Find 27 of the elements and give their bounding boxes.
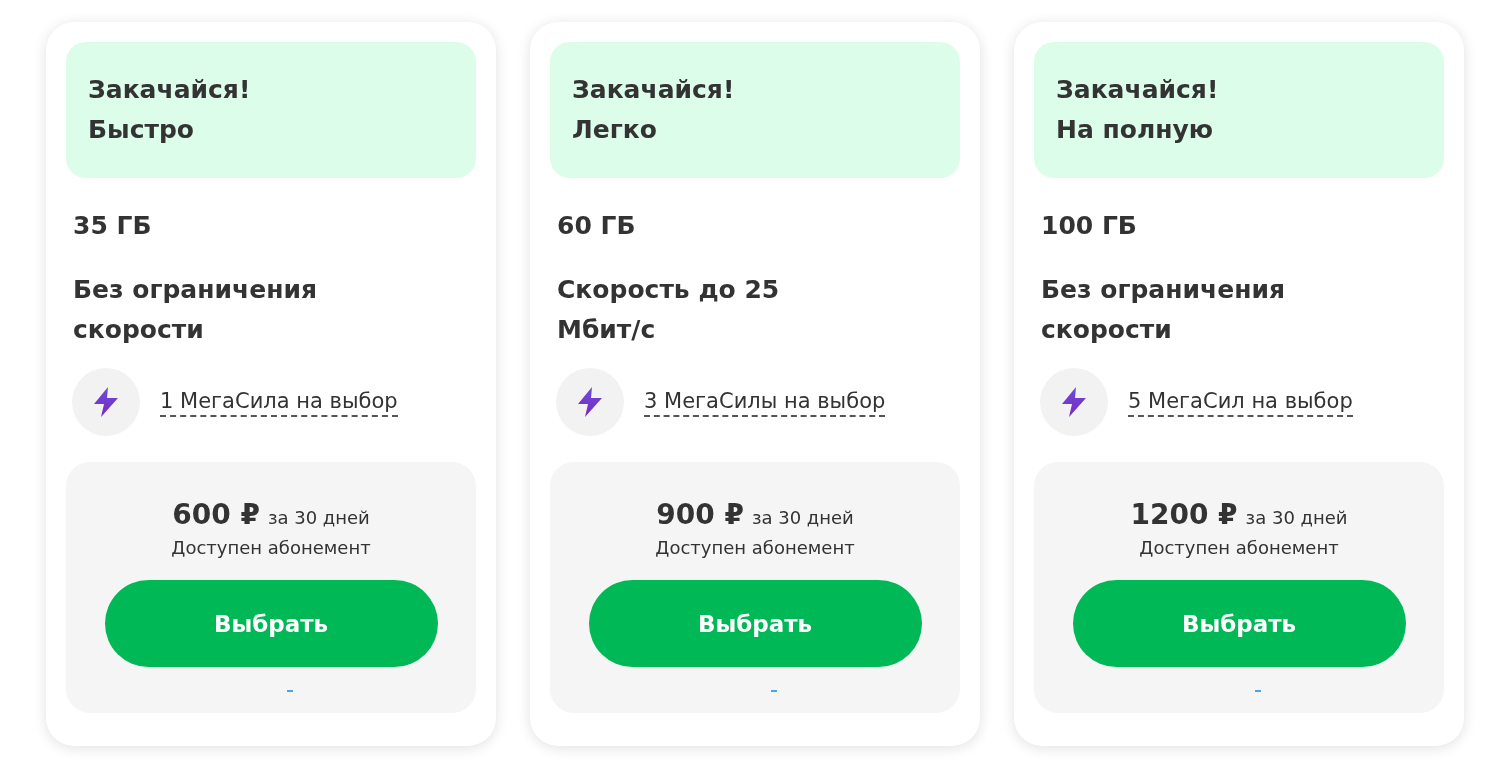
period-text: за 30 дней — [751, 507, 854, 528]
plan-subtitle: Легко — [572, 114, 658, 146]
data-volume: 100 ГБ — [1041, 210, 1138, 242]
period-text: за 30 дней — [1245, 507, 1348, 528]
price-text: 1200 ₽ — [1130, 498, 1238, 531]
plan-subtitle: На полную — [1056, 114, 1215, 146]
price-text: 900 ₽ — [656, 498, 744, 531]
plan-title: Закачайся! — [88, 74, 252, 106]
bonus-link[interactable]: 1 МегаСила на выбор — [160, 387, 398, 417]
data-volume: 35 ГБ — [73, 210, 153, 242]
speed-text: Без ограничения скорости — [73, 274, 318, 346]
subscription-note: Доступен абонемент — [655, 537, 855, 558]
plan-subtitle: Быстро — [88, 114, 196, 146]
subscription-note: Доступен абонемент — [1139, 537, 1339, 558]
bonus-link[interactable]: 5 МегаСил на выбор — [1128, 387, 1353, 417]
bonus-link[interactable]: 3 МегаСилы на выбор — [644, 387, 886, 417]
subscription-note: Доступен абонемент — [171, 537, 371, 558]
speed-text: Скорость до 25 Мбит/с — [557, 274, 781, 346]
dash-mark — [771, 690, 777, 692]
price-text: 600 ₽ — [172, 498, 260, 531]
period-text: за 30 дней — [267, 507, 370, 528]
plan-title: Закачайся! — [572, 74, 736, 106]
dash-mark — [287, 690, 293, 692]
speed-text: Без ограничения скорости — [1041, 274, 1286, 346]
dash-mark — [1255, 690, 1261, 692]
plan-title: Закачайся! — [1056, 74, 1220, 106]
data-volume: 60 ГБ — [557, 210, 637, 242]
